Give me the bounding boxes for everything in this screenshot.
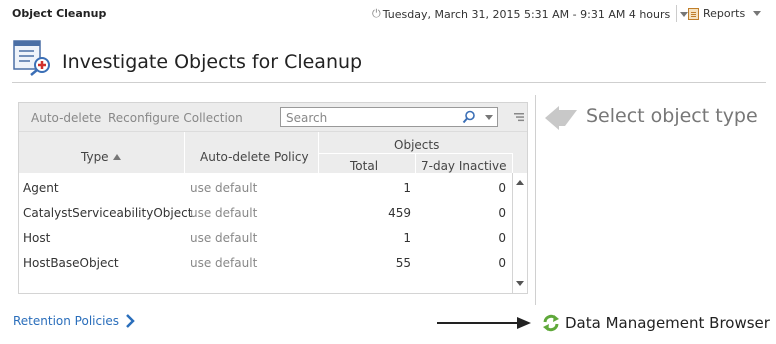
data-management-browser-label: Data Management Browser <box>565 314 770 332</box>
table-row[interactable]: HostBaseObject use default 55 0 <box>19 250 512 275</box>
cell-policy: use default <box>190 181 258 195</box>
search-options-chevron-icon[interactable] <box>485 115 493 120</box>
reconfigure-collection-button[interactable]: Reconfigure Collection <box>108 111 243 125</box>
header-divider <box>512 153 513 174</box>
arrow-right-icon <box>437 317 531 329</box>
header-divider <box>184 132 185 174</box>
data-management-browser-link[interactable]: Data Management Browser <box>541 313 770 333</box>
header-divider <box>676 5 677 22</box>
reports-menu[interactable]: Reports <box>688 7 762 20</box>
column-header-type-label: Type <box>81 150 109 164</box>
column-menu-icon[interactable] <box>514 112 524 122</box>
search-input[interactable]: Search <box>280 107 498 127</box>
app-title: Object Cleanup <box>12 7 107 20</box>
table-row[interactable]: Agent use default 1 0 <box>19 175 512 200</box>
cell-total: 1 <box>403 181 411 195</box>
cell-total: 1 <box>403 231 411 245</box>
cell-inactive: 0 <box>498 231 506 245</box>
column-header-total[interactable]: Total <box>350 159 378 173</box>
cell-total: 459 <box>388 206 411 220</box>
column-header-policy[interactable]: Auto-delete Policy <box>200 150 309 164</box>
cell-type: Agent <box>23 181 59 195</box>
auto-delete-button[interactable]: Auto-delete <box>31 111 101 125</box>
table-row[interactable]: CatalystServiceabilityObject use default… <box>19 200 512 225</box>
reports-label: Reports <box>703 7 746 20</box>
sort-ascending-icon <box>112 154 121 160</box>
chevron-down-icon <box>753 11 762 16</box>
title-divider <box>12 82 766 83</box>
header-divider <box>318 153 512 154</box>
objects-panel: Auto-delete Reconfigure Collection Searc… <box>18 102 528 294</box>
cell-inactive: 0 <box>498 206 506 220</box>
retention-policies-link[interactable]: Retention Policies <box>13 314 135 328</box>
page-title: Investigate Objects for Cleanup <box>62 51 363 73</box>
column-header-inactive[interactable]: 7-day Inactive <box>421 159 506 173</box>
cleanup-document-icon <box>13 40 50 76</box>
cell-total: 55 <box>395 256 411 270</box>
cell-type: Host <box>23 231 51 245</box>
table-scrollbar[interactable] <box>512 173 527 293</box>
scroll-up-icon[interactable] <box>516 180 524 185</box>
search-icon[interactable] <box>462 110 476 124</box>
report-icon <box>688 7 699 20</box>
cell-policy: use default <box>190 256 258 270</box>
table-toolbar: Auto-delete Reconfigure Collection Searc… <box>19 103 527 131</box>
cell-inactive: 0 <box>498 256 506 270</box>
chevron-right-icon <box>126 314 135 328</box>
cell-policy: use default <box>190 231 258 245</box>
column-header-type[interactable]: Type <box>81 150 121 164</box>
header-divider <box>415 153 416 174</box>
scroll-down-icon[interactable] <box>516 281 524 286</box>
select-object-type-hint: Select object type <box>586 105 758 127</box>
search-placeholder: Search <box>286 111 328 125</box>
refresh-icon <box>543 314 559 332</box>
table-row[interactable]: Host use default 1 0 <box>19 225 512 250</box>
arrow-left-icon <box>545 106 577 130</box>
cell-policy: use default <box>190 206 258 220</box>
cell-type: CatalystServiceabilityObject <box>23 206 193 220</box>
column-group-objects: Objects <box>394 138 440 152</box>
retention-policies-label: Retention Policies <box>13 314 120 328</box>
table-header: Type Auto-delete Policy Objects Total 7-… <box>19 131 527 174</box>
panel-divider <box>535 95 536 305</box>
cell-inactive: 0 <box>498 181 506 195</box>
clock-icon: ⏻ <box>372 7 381 20</box>
time-range-label: Tuesday, March 31, 2015 5:31 AM - 9:31 A… <box>382 7 671 21</box>
cell-type: HostBaseObject <box>23 256 119 270</box>
time-range-selector[interactable]: ⏻ Tuesday, March 31, 2015 5:31 AM - 9:31… <box>372 7 689 21</box>
